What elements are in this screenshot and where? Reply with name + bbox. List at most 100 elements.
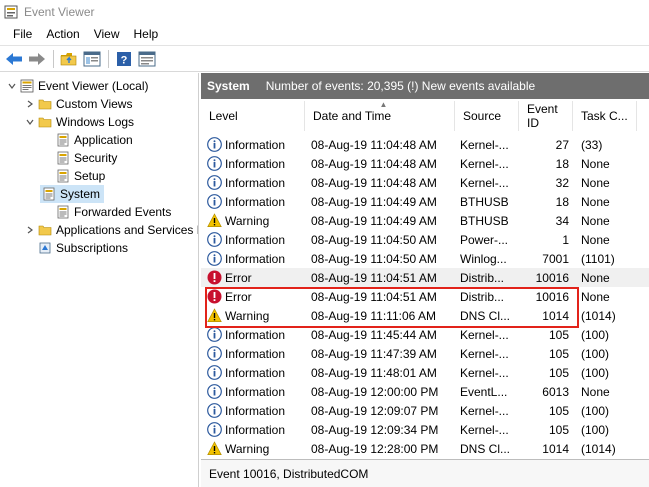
level-text: Information — [225, 194, 286, 209]
cell-date-time: 08-Aug-19 12:00:00 PM — [311, 384, 439, 399]
menu-view[interactable]: View — [87, 27, 127, 41]
column-header-source[interactable]: Source — [455, 101, 519, 131]
cell-source: EventL... — [460, 384, 508, 399]
error-icon — [207, 289, 222, 304]
menu-action[interactable]: Action — [39, 27, 86, 41]
event-row[interactable]: Information 08-Aug-19 11:45:44 AM Kernel-.… — [201, 325, 649, 344]
cell-task-category: (100) — [581, 403, 610, 418]
cell-task-category: (100) — [581, 327, 610, 342]
information-level-icon — [207, 346, 222, 361]
level-text: Information — [225, 384, 286, 399]
information-level-icon — [207, 327, 222, 342]
information-icon — [207, 403, 222, 418]
information-level-icon — [207, 175, 222, 190]
warning-level-icon — [207, 308, 222, 323]
back-button[interactable] — [3, 48, 25, 70]
event-detail-header: Event 10016, DistributedCOM — [201, 459, 649, 487]
cell-source: Winlog... — [460, 251, 507, 266]
information-level-icon — [207, 422, 222, 437]
cell-source: Kernel-... — [460, 346, 509, 361]
level-text: Error — [225, 270, 252, 285]
chevron-down-icon[interactable] — [6, 80, 18, 92]
cell-level: Information — [207, 192, 305, 211]
chevron-right-icon[interactable] — [24, 224, 36, 236]
event-row[interactable]: Error 08-Aug-19 11:04:51 AM Distrib... 1001… — [201, 268, 649, 287]
tree-item-application[interactable]: Application — [0, 131, 133, 149]
folder-icon — [38, 115, 52, 129]
event-row[interactable]: Information 08-Aug-19 11:48:01 AM Kernel-.… — [201, 363, 649, 382]
cell-event-id: 105 — [548, 403, 569, 418]
cell-source: Kernel-... — [460, 137, 509, 152]
tree-item-custom-views[interactable]: Custom Views — [0, 95, 132, 113]
cell-level: Warning — [207, 306, 305, 325]
toolbar: ? — [0, 45, 649, 72]
vertical-scrollbar[interactable] — [637, 131, 649, 457]
tree-item-forwarded-events[interactable]: Forwarded Events — [0, 203, 171, 221]
event-row[interactable]: Information 08-Aug-19 11:47:39 AM Kernel-.… — [201, 344, 649, 363]
event-count-summary: Number of events: 20,395 (!) New events … — [265, 79, 536, 93]
event-row[interactable]: Information 08-Aug-19 11:04:48 AM Kernel-.… — [201, 154, 649, 173]
column-header-level[interactable]: Level — [201, 101, 305, 131]
cell-task-category: None — [581, 156, 610, 171]
forward-button[interactable] — [26, 48, 48, 70]
help-icon: ? — [117, 51, 131, 66]
warning-level-icon — [207, 213, 222, 228]
information-level-icon — [207, 403, 222, 418]
error-icon — [207, 270, 222, 285]
cell-event-id: 105 — [548, 346, 569, 361]
chevron-right-icon[interactable] — [24, 98, 36, 110]
tree-item-label: Subscriptions — [56, 241, 129, 255]
event-row[interactable]: Information 08-Aug-19 11:04:48 AM Kernel-.… — [201, 135, 649, 154]
event-row[interactable]: Error 08-Aug-19 11:04:51 AM Distrib... 1001… — [201, 287, 649, 306]
information-icon — [207, 365, 222, 380]
forward-arrow-icon — [29, 52, 45, 65]
level-text: Information — [225, 137, 286, 152]
log-icon — [42, 187, 56, 201]
cell-source: Kernel-... — [460, 156, 509, 171]
cell-task-category: None — [581, 384, 610, 399]
event-row[interactable]: Information 08-Aug-19 12:00:00 PM EventL..… — [201, 382, 649, 401]
cell-level: Warning — [207, 439, 305, 457]
column-header-task-category[interactable]: Task C... — [573, 101, 637, 131]
event-row[interactable]: Warning 08-Aug-19 12:28:00 PM DNS Cl... 101… — [201, 439, 649, 457]
cell-task-category: None — [581, 270, 610, 285]
column-header-date[interactable]: ▲ Date and Time — [305, 101, 455, 131]
menu-help[interactable]: Help — [127, 27, 166, 41]
cell-event-id: 1014 — [542, 441, 569, 456]
tree-item-setup[interactable]: Setup — [0, 167, 105, 185]
column-header-event-id[interactable]: Event ID — [519, 101, 573, 131]
up-folder-button[interactable] — [58, 48, 80, 70]
tree-item-applications-and-services-lo[interactable]: Applications and Services Lo — [0, 221, 198, 239]
menu-file[interactable]: File — [6, 27, 39, 41]
tree-item-system[interactable]: System — [40, 185, 105, 203]
event-row[interactable]: Warning 08-Aug-19 11:11:06 AM DNS Cl... 101… — [201, 306, 649, 325]
event-row[interactable]: Warning 08-Aug-19 11:04:49 AM BTHUSB 34 None — [201, 211, 649, 230]
information-level-icon — [207, 137, 222, 152]
cell-date-time: 08-Aug-19 12:09:07 PM — [311, 403, 439, 418]
event-row[interactable]: Information 08-Aug-19 12:09:34 PM Kernel-.… — [201, 420, 649, 439]
cell-event-id: 105 — [548, 365, 569, 380]
cell-event-id: 105 — [548, 422, 569, 437]
show-hide-tree-button[interactable] — [81, 48, 103, 70]
cell-date-time: 08-Aug-19 11:11:06 AM — [311, 308, 436, 323]
event-row[interactable]: Information 08-Aug-19 12:09:07 PM Kernel-.… — [201, 401, 649, 420]
properties-button[interactable] — [136, 48, 158, 70]
event-row[interactable]: Information 08-Aug-19 11:04:50 AM Winlog..… — [201, 249, 649, 268]
tree-item-subscriptions[interactable]: Subscriptions — [0, 239, 128, 257]
open-folder-icon — [60, 52, 77, 65]
event-row[interactable]: Information 08-Aug-19 11:04:49 AM BTHUSB 18… — [201, 192, 649, 211]
event-row[interactable]: Information 08-Aug-19 11:04:50 AM Power-..… — [201, 230, 649, 249]
help-button[interactable]: ? — [113, 48, 135, 70]
warning-icon — [207, 308, 222, 322]
cell-level: Information — [207, 249, 305, 268]
subscriptions-icon — [38, 241, 52, 255]
tree-item-security[interactable]: Security — [0, 149, 117, 167]
tree-item-event-viewer-local[interactable]: Event Viewer (Local) — [0, 77, 149, 95]
event-row[interactable]: Information 08-Aug-19 11:04:48 AM Kernel-.… — [201, 173, 649, 192]
tree-item-windows-logs[interactable]: Windows Logs — [0, 113, 134, 131]
chevron-down-icon[interactable] — [24, 116, 36, 128]
cell-source: BTHUSB — [460, 194, 509, 209]
information-level-icon — [207, 384, 222, 399]
